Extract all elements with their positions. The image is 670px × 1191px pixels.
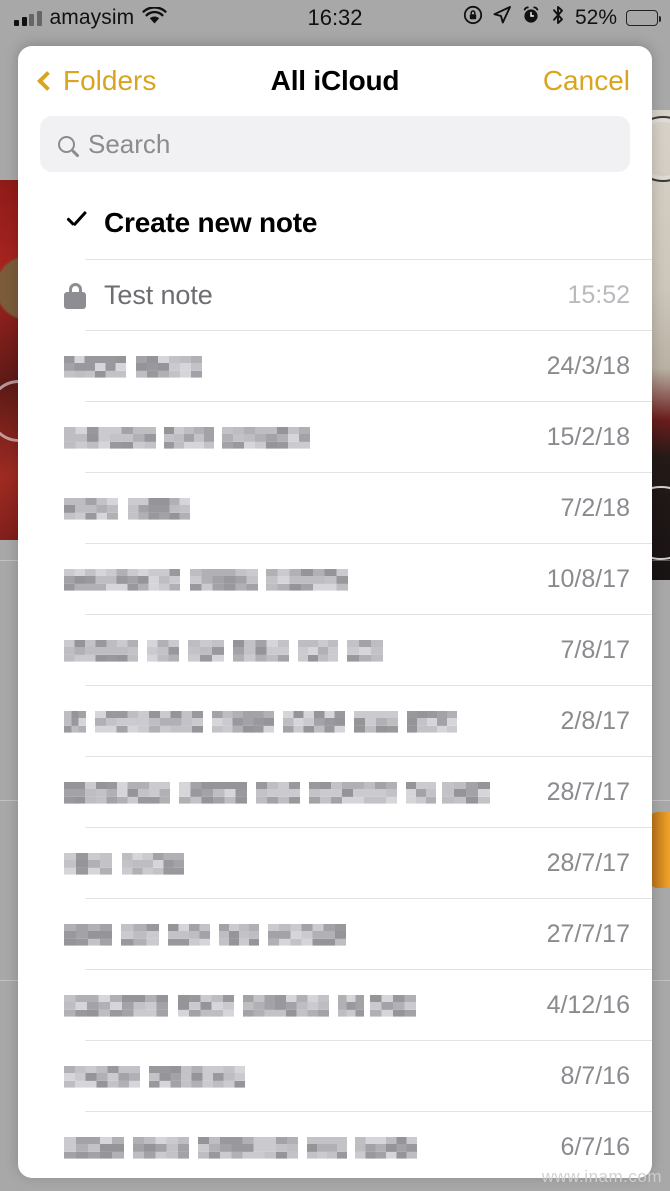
- rotation-lock-icon: [463, 5, 483, 31]
- note-title: Test note: [104, 280, 213, 310]
- battery-percent-label: 52%: [574, 6, 617, 29]
- note-title-redacted: [64, 991, 416, 1021]
- create-new-note-row[interactable]: Create new note: [18, 186, 652, 260]
- alarm-clock-icon: [521, 5, 541, 31]
- note-row[interactable]: 4/12/16: [18, 970, 652, 1041]
- note-date: 28/7/17: [546, 849, 630, 877]
- note-date: 4/12/16: [546, 991, 630, 1019]
- chevron-left-icon: [37, 71, 57, 91]
- note-row[interactable]: 15/2/18: [18, 402, 652, 473]
- note-row[interactable]: 7/8/17: [18, 615, 652, 686]
- note-date: 27/7/17: [546, 920, 630, 948]
- note-row[interactable]: 28/7/17: [18, 757, 652, 828]
- lock-icon: [64, 282, 86, 309]
- note-title-redacted: [64, 636, 383, 666]
- location-arrow-icon: [492, 5, 512, 31]
- note-date: 15/2/18: [546, 423, 630, 451]
- navigation-bar: Folders All iCloud Cancel: [18, 46, 652, 116]
- note-row[interactable]: 2/8/17: [18, 686, 652, 757]
- create-new-note-label: Create new note: [104, 207, 318, 238]
- note-title-redacted: [64, 920, 346, 950]
- note-date: 8/7/16: [560, 1062, 630, 1090]
- status-bar: amaysim 16:32 52%: [0, 0, 670, 36]
- search-icon: [58, 135, 75, 153]
- note-row[interactable]: 24/3/18: [18, 331, 652, 402]
- note-title-redacted: [64, 494, 190, 524]
- note-row[interactable]: 27/7/17: [18, 899, 652, 970]
- note-title-redacted: [64, 707, 457, 737]
- note-row[interactable]: 10/8/17: [18, 544, 652, 615]
- note-row[interactable]: 7/2/18: [18, 473, 652, 544]
- note-title-redacted: [64, 352, 202, 382]
- note-title-redacted: [64, 1062, 245, 1092]
- note-date: 28/7/17: [546, 778, 630, 806]
- note-date: 10/8/17: [546, 565, 630, 593]
- checkmark-icon: [64, 211, 88, 235]
- note-row[interactable]: Test note 15:52: [18, 260, 652, 331]
- note-title-redacted: [64, 778, 490, 808]
- notes-list: Create new note Test note 15:52 24/3/18 15/…: [18, 186, 652, 1178]
- note-date: 24/3/18: [546, 352, 630, 380]
- note-row[interactable]: 28/7/17: [18, 828, 652, 899]
- note-date: 7/8/17: [560, 636, 630, 664]
- back-to-folders-button[interactable]: Folders: [37, 65, 157, 97]
- note-date: 6/7/16: [560, 1133, 630, 1161]
- status-bar-right: 52%: [463, 5, 661, 31]
- back-button-label: Folders: [63, 65, 157, 96]
- search-container: Search: [18, 116, 652, 186]
- notes-picker-sheet: Folders All iCloud Cancel Search Create …: [18, 46, 652, 1178]
- note-title-redacted: [64, 565, 348, 595]
- note-date: 7/2/18: [560, 494, 630, 522]
- note-date: 15:52: [567, 281, 630, 309]
- note-row[interactable]: 8/7/16: [18, 1041, 652, 1112]
- search-placeholder: Search: [88, 128, 171, 159]
- search-input[interactable]: Search: [40, 116, 630, 172]
- note-title-redacted: [64, 423, 310, 453]
- battery-icon: [626, 10, 661, 26]
- watermark: www.inam.com: [541, 1167, 662, 1186]
- bluetooth-icon: [550, 5, 566, 31]
- note-title-redacted: [64, 1133, 417, 1163]
- note-date: 2/8/17: [560, 707, 630, 735]
- note-title-redacted: [64, 849, 184, 879]
- cancel-button[interactable]: Cancel: [543, 65, 630, 97]
